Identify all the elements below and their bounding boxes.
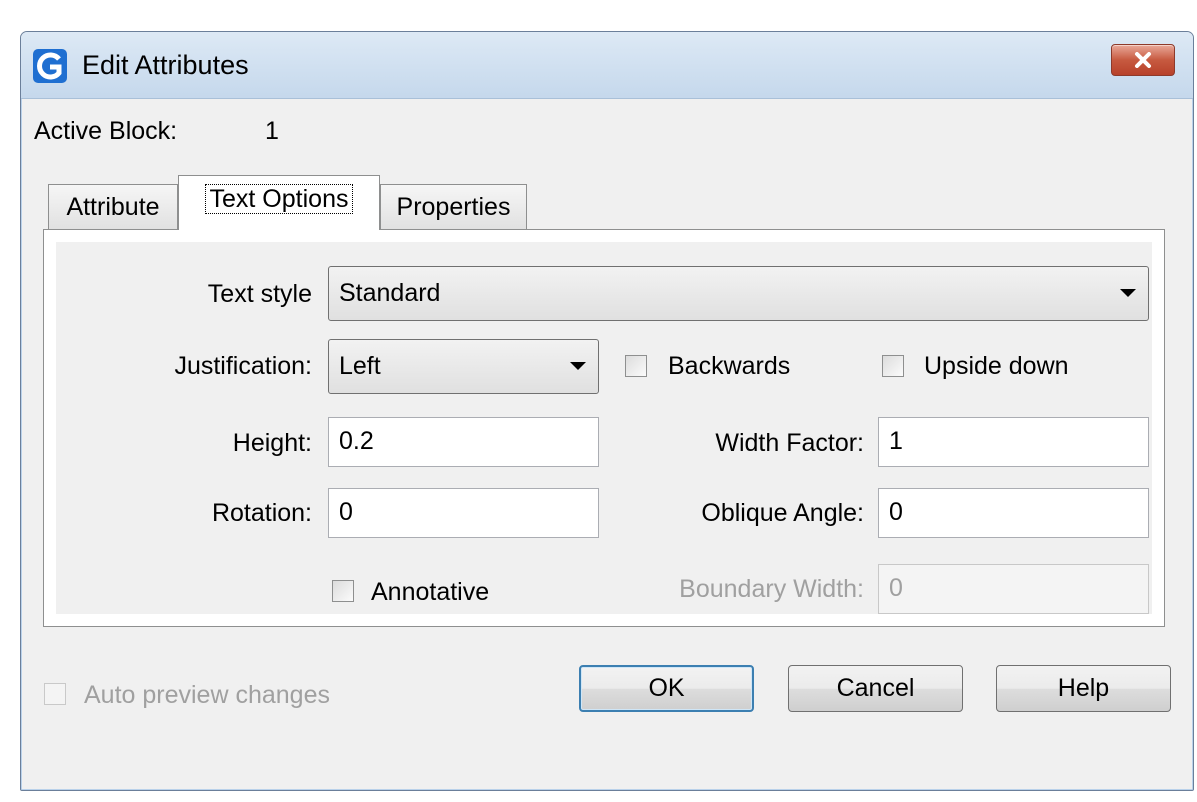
app-logo-icon (33, 49, 67, 83)
active-block-label: Active Block: (34, 117, 178, 145)
title-bar[interactable]: Edit Attributes (21, 32, 1193, 99)
auto-preview-label: Auto preview changes (84, 681, 330, 709)
ok-button[interactable]: OK (579, 665, 754, 712)
text-options-panel-body (56, 242, 1152, 614)
dialog-title: Edit Attributes (82, 50, 249, 80)
tab-attribute[interactable]: Attribute (48, 184, 178, 229)
tab-properties-label: Properties (396, 193, 511, 221)
cancel-button[interactable]: Cancel (788, 665, 963, 712)
tab-text-options-label: Text Options (204, 184, 354, 214)
tab-attribute-label: Attribute (66, 193, 160, 221)
close-button[interactable] (1111, 44, 1175, 76)
tab-properties[interactable]: Properties (380, 184, 527, 229)
help-button[interactable]: Help (996, 665, 1171, 712)
text-options-panel (43, 229, 1165, 627)
active-block-value: 1 (265, 117, 279, 145)
edit-attributes-dialog: Edit Attributes Active Block: 1 Attribut… (20, 31, 1194, 791)
auto-preview-checkbox[interactable] (44, 683, 66, 705)
tab-text-options[interactable]: Text Options (178, 175, 380, 230)
close-icon (1135, 52, 1151, 68)
